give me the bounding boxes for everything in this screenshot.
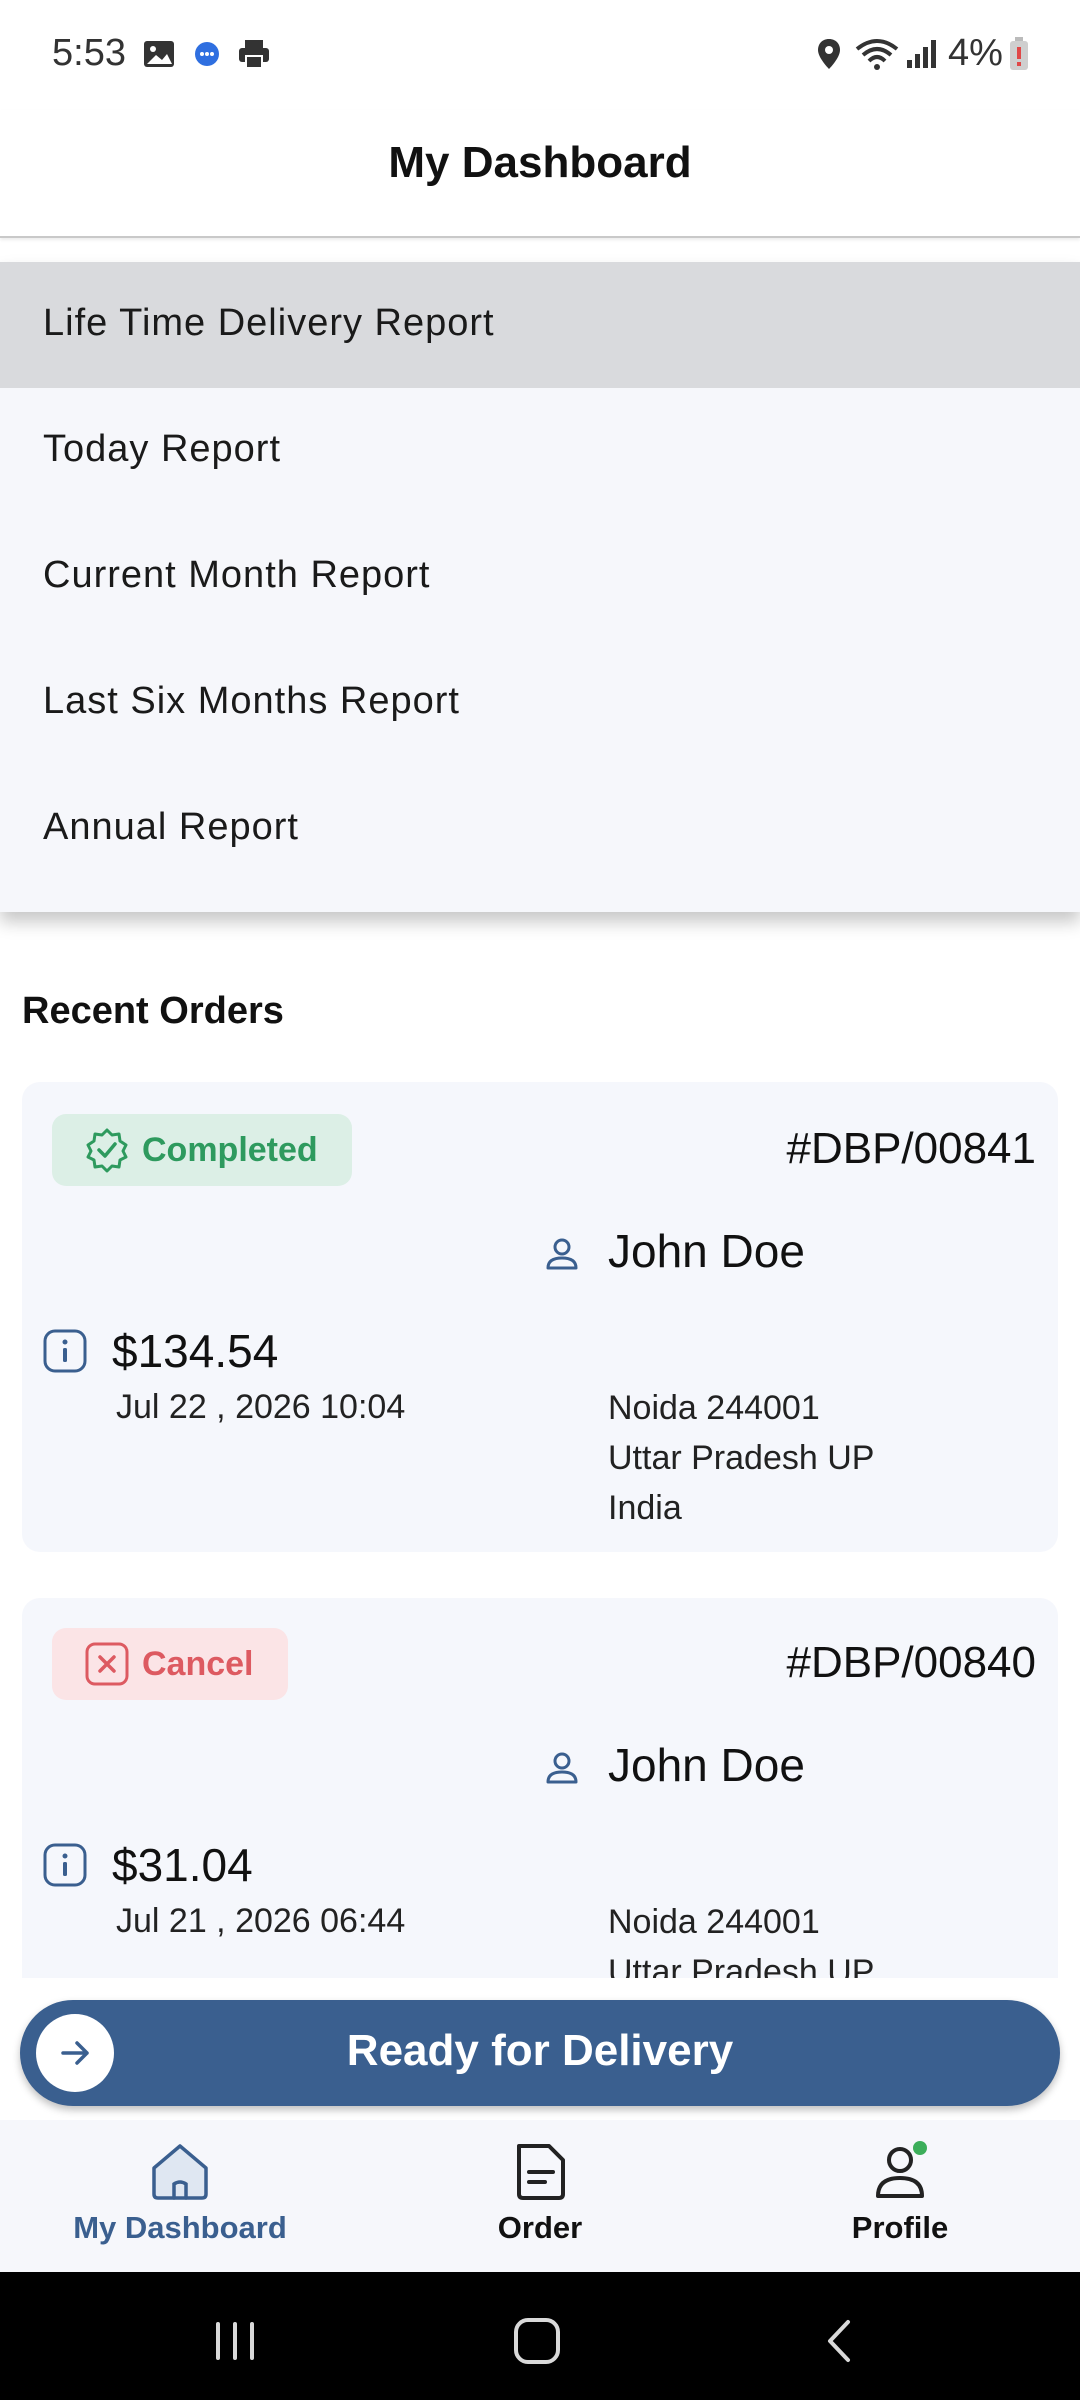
ready-button-label: Ready for Delivery <box>346 2026 734 2075</box>
menu-item-label: Life Time Delivery Report <box>43 302 495 344</box>
menu-item-label: Last Six Months Report <box>43 680 460 722</box>
gallery-icon <box>140 34 178 74</box>
status-badge: Cancel <box>52 1628 288 1700</box>
battery-icon <box>1008 34 1030 74</box>
order-date: Jul 21 , 2026 06:44 <box>116 1902 406 1940</box>
menu-item-label: Today Report <box>43 428 282 470</box>
menu-item-label: Current Month Report <box>43 554 431 596</box>
nav-item-dashboard[interactable]: My Dashboard <box>30 2140 330 2260</box>
recent-apps-icon[interactable] <box>210 2316 260 2366</box>
status-badge: Completed <box>52 1114 352 1186</box>
wifi-icon <box>854 34 900 74</box>
person-icon <box>546 1752 578 1784</box>
menu-item-lifetime-report[interactable]: Life Time Delivery Report <box>0 262 1080 388</box>
order-card[interactable]: Cancel #DBP/00840 John Doe $31.04 Jul 21… <box>22 1598 1058 1978</box>
order-date: Jul 22 , 2026 10:04 <box>116 1388 406 1426</box>
printer-icon <box>234 34 274 74</box>
status-time: 5:53 <box>52 32 126 74</box>
info-icon[interactable] <box>42 1842 88 1888</box>
address-line: Uttar Pradesh UP <box>608 1439 875 1477</box>
battery-percent: 4% <box>948 32 1003 74</box>
order-address: Noida 244001 Uttar Pradesh UP <box>608 1897 874 1978</box>
status-label: Completed <box>142 1130 318 1169</box>
cancel-icon <box>85 1642 129 1686</box>
messenger-icon <box>190 34 224 74</box>
verified-icon <box>86 1128 128 1173</box>
nav-label: My Dashboard <box>73 2210 287 2245</box>
online-status-dot <box>913 2141 927 2155</box>
order-address: Noida 244001 Uttar Pradesh UP India <box>608 1383 874 1533</box>
document-icon <box>517 2144 565 2200</box>
address-line: Noida 244001 <box>608 1903 820 1941</box>
address-line: Uttar Pradesh UP <box>608 1953 875 1978</box>
nav-label: Order <box>497 2210 583 2245</box>
menu-item-annual-report[interactable]: Annual Report <box>0 766 1080 892</box>
location-icon <box>810 34 848 74</box>
person-icon <box>876 2141 927 2198</box>
nav-label: Profile <box>851 2210 949 2245</box>
customer-name: John Doe <box>608 1225 805 1277</box>
report-dropdown-menu: Life Time Delivery Report Today Report C… <box>0 262 1080 912</box>
home-button-icon[interactable] <box>510 2314 564 2368</box>
order-card[interactable]: Completed #DBP/00841 John Doe $134.54 Ju… <box>22 1082 1058 1552</box>
order-list-viewport: Cancel #DBP/00840 John Doe $31.04 Jul 21… <box>0 1598 1080 1978</box>
signal-icon <box>904 34 940 74</box>
status-label: Cancel <box>142 1644 254 1683</box>
order-id: #DBP/00840 <box>786 1638 1036 1687</box>
order-amount: $134.54 <box>112 1325 279 1377</box>
address-line: India <box>608 1489 682 1527</box>
order-amount: $31.04 <box>112 1839 253 1891</box>
menu-item-current-month-report[interactable]: Current Month Report <box>0 514 1080 640</box>
info-icon[interactable] <box>42 1328 88 1374</box>
order-id: #DBP/00841 <box>786 1124 1036 1173</box>
customer-name: John Doe <box>608 1739 805 1791</box>
back-icon[interactable] <box>818 2316 862 2366</box>
page-title: My Dashboard <box>388 138 692 187</box>
person-icon <box>546 1238 578 1270</box>
nav-item-order[interactable]: Order <box>390 2140 690 2260</box>
address-line: Noida 244001 <box>608 1389 820 1427</box>
recent-orders-title: Recent Orders <box>22 990 284 1032</box>
menu-item-six-months-report[interactable]: Last Six Months Report <box>0 640 1080 766</box>
nav-item-profile[interactable]: Profile <box>750 2140 1050 2260</box>
home-icon <box>152 2144 208 2200</box>
menu-item-today-report[interactable]: Today Report <box>0 388 1080 514</box>
menu-item-label: Annual Report <box>43 806 299 848</box>
